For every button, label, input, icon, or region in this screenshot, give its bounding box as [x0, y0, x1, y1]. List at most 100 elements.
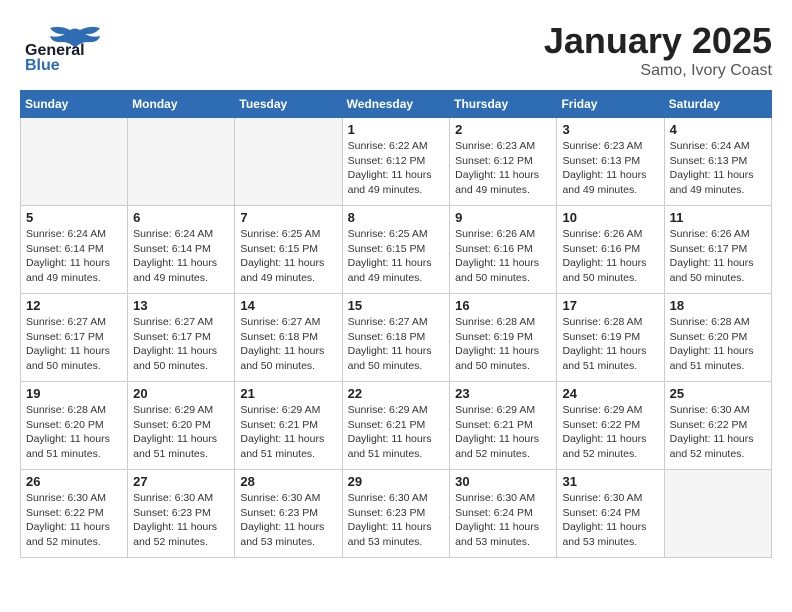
day-number: 2	[455, 122, 551, 137]
day-header-tuesday: Tuesday	[235, 91, 342, 118]
day-number: 28	[240, 474, 336, 489]
day-number: 26	[26, 474, 122, 489]
week-row-1: 1Sunrise: 6:22 AMSunset: 6:12 PMDaylight…	[21, 118, 772, 206]
svg-text:Blue: Blue	[25, 57, 60, 70]
day-info: Sunrise: 6:26 AMSunset: 6:16 PMDaylight:…	[455, 227, 551, 286]
calendar-cell: 5 Sunrise: 6:24 AMSunset: 6:14 PMDaylight…	[21, 206, 128, 294]
day-info: Sunrise: 6:30 AMSunset: 6:23 PMDaylight:…	[348, 491, 445, 550]
day-info: Sunrise: 6:30 AMSunset: 6:23 PMDaylight:…	[133, 491, 229, 550]
calendar-cell: 29 Sunrise: 6:30 AMSunset: 6:23 PMDayligh…	[342, 470, 450, 558]
title-block: January 2025 Samo, Ivory Coast	[544, 20, 772, 80]
calendar-cell: 14 Sunrise: 6:27 AMSunset: 6:18 PMDayligh…	[235, 294, 342, 382]
day-info: Sunrise: 6:30 AMSunset: 6:24 PMDaylight:…	[562, 491, 658, 550]
calendar-cell: 1Sunrise: 6:22 AMSunset: 6:12 PMDaylight…	[342, 118, 450, 206]
day-number: 17	[562, 298, 658, 313]
day-header-saturday: Saturday	[664, 91, 771, 118]
day-info: Sunrise: 6:30 AMSunset: 6:22 PMDaylight:…	[26, 491, 122, 550]
calendar-cell: 24Sunrise: 6:29 AMSunset: 6:22 PMDayligh…	[557, 382, 664, 470]
day-number: 31	[562, 474, 658, 489]
calendar-cell: 9 Sunrise: 6:26 AMSunset: 6:16 PMDaylight…	[450, 206, 557, 294]
week-row-3: 12 Sunrise: 6:27 AMSunset: 6:17 PMDayligh…	[21, 294, 772, 382]
day-number: 21	[240, 386, 336, 401]
calendar-cell	[128, 118, 235, 206]
calendar-cell	[664, 470, 771, 558]
day-number: 12	[26, 298, 122, 313]
day-number: 19	[26, 386, 122, 401]
day-info: Sunrise: 6:28 AMSunset: 6:20 PMDaylight:…	[26, 403, 122, 462]
day-number: 30	[455, 474, 551, 489]
calendar-cell: 3 Sunrise: 6:23 AMSunset: 6:13 PMDaylight…	[557, 118, 664, 206]
days-header-row: SundayMondayTuesdayWednesdayThursdayFrid…	[21, 91, 772, 118]
calendar-cell: 16Sunrise: 6:28 AMSunset: 6:19 PMDayligh…	[450, 294, 557, 382]
day-header-thursday: Thursday	[450, 91, 557, 118]
day-info: Sunrise: 6:30 AMSunset: 6:24 PMDaylight:…	[455, 491, 551, 550]
calendar-cell: 30 Sunrise: 6:30 AMSunset: 6:24 PMDayligh…	[450, 470, 557, 558]
calendar-cell: 19 Sunrise: 6:28 AMSunset: 6:20 PMDayligh…	[21, 382, 128, 470]
calendar-cell	[235, 118, 342, 206]
calendar-cell: 17 Sunrise: 6:28 AMSunset: 6:19 PMDayligh…	[557, 294, 664, 382]
day-info: Sunrise: 6:27 AMSunset: 6:18 PMDaylight:…	[240, 315, 336, 374]
day-number: 29	[348, 474, 445, 489]
day-info: Sunrise: 6:23 AMSunset: 6:13 PMDaylight:…	[562, 139, 658, 198]
day-number: 24	[562, 386, 658, 401]
day-info: Sunrise: 6:27 AMSunset: 6:17 PMDaylight:…	[133, 315, 229, 374]
day-info: Sunrise: 6:30 AMSunset: 6:22 PMDaylight:…	[670, 403, 766, 462]
day-number: 20	[133, 386, 229, 401]
calendar-cell: 7 Sunrise: 6:25 AMSunset: 6:15 PMDaylight…	[235, 206, 342, 294]
day-header-sunday: Sunday	[21, 91, 128, 118]
calendar-cell: 25Sunrise: 6:30 AMSunset: 6:22 PMDayligh…	[664, 382, 771, 470]
calendar-cell: 6 Sunrise: 6:24 AMSunset: 6:14 PMDaylight…	[128, 206, 235, 294]
calendar-cell: 4 Sunrise: 6:24 AMSunset: 6:13 PMDaylight…	[664, 118, 771, 206]
page-header: General Blue January 2025 Samo, Ivory Co…	[20, 20, 772, 80]
calendar-cell: 13 Sunrise: 6:27 AMSunset: 6:17 PMDayligh…	[128, 294, 235, 382]
calendar-cell: 2 Sunrise: 6:23 AMSunset: 6:12 PMDaylight…	[450, 118, 557, 206]
day-number: 13	[133, 298, 229, 313]
day-info: Sunrise: 6:26 AMSunset: 6:16 PMDaylight:…	[562, 227, 658, 286]
day-info: Sunrise: 6:29 AMSunset: 6:21 PMDaylight:…	[455, 403, 551, 462]
day-number: 3	[562, 122, 658, 137]
day-info: Sunrise: 6:27 AMSunset: 6:18 PMDaylight:…	[348, 315, 445, 374]
calendar-cell: 20 Sunrise: 6:29 AMSunset: 6:20 PMDayligh…	[128, 382, 235, 470]
calendar-cell: 27Sunrise: 6:30 AMSunset: 6:23 PMDayligh…	[128, 470, 235, 558]
day-number: 8	[348, 210, 445, 225]
day-info: Sunrise: 6:26 AMSunset: 6:17 PMDaylight:…	[670, 227, 766, 286]
day-header-friday: Friday	[557, 91, 664, 118]
calendar-cell: 15Sunrise: 6:27 AMSunset: 6:18 PMDayligh…	[342, 294, 450, 382]
day-info: Sunrise: 6:24 AMSunset: 6:13 PMDaylight:…	[670, 139, 766, 198]
day-info: Sunrise: 6:25 AMSunset: 6:15 PMDaylight:…	[348, 227, 445, 286]
day-info: Sunrise: 6:23 AMSunset: 6:12 PMDaylight:…	[455, 139, 551, 198]
day-number: 18	[670, 298, 766, 313]
calendar-cell: 21 Sunrise: 6:29 AMSunset: 6:21 PMDayligh…	[235, 382, 342, 470]
day-header-wednesday: Wednesday	[342, 91, 450, 118]
day-number: 22	[348, 386, 445, 401]
calendar-cell: 18 Sunrise: 6:28 AMSunset: 6:20 PMDayligh…	[664, 294, 771, 382]
location-title: Samo, Ivory Coast	[544, 62, 772, 80]
calendar-cell: 22 Sunrise: 6:29 AMSunset: 6:21 PMDayligh…	[342, 382, 450, 470]
calendar-cell: 10Sunrise: 6:26 AMSunset: 6:16 PMDayligh…	[557, 206, 664, 294]
day-info: Sunrise: 6:30 AMSunset: 6:23 PMDaylight:…	[240, 491, 336, 550]
calendar-cell: 12 Sunrise: 6:27 AMSunset: 6:17 PMDayligh…	[21, 294, 128, 382]
day-number: 7	[240, 210, 336, 225]
day-number: 11	[670, 210, 766, 225]
logo-svg: General Blue	[20, 20, 130, 70]
day-info: Sunrise: 6:29 AMSunset: 6:21 PMDaylight:…	[348, 403, 445, 462]
calendar-cell: 11 Sunrise: 6:26 AMSunset: 6:17 PMDayligh…	[664, 206, 771, 294]
calendar-table: SundayMondayTuesdayWednesdayThursdayFrid…	[20, 90, 772, 558]
day-info: Sunrise: 6:28 AMSunset: 6:19 PMDaylight:…	[562, 315, 658, 374]
day-number: 6	[133, 210, 229, 225]
day-header-monday: Monday	[128, 91, 235, 118]
day-info: Sunrise: 6:25 AMSunset: 6:15 PMDaylight:…	[240, 227, 336, 286]
day-info: Sunrise: 6:24 AMSunset: 6:14 PMDaylight:…	[133, 227, 229, 286]
day-info: Sunrise: 6:29 AMSunset: 6:21 PMDaylight:…	[240, 403, 336, 462]
month-title: January 2025	[544, 20, 772, 62]
calendar-cell	[21, 118, 128, 206]
day-info: Sunrise: 6:29 AMSunset: 6:20 PMDaylight:…	[133, 403, 229, 462]
day-info: Sunrise: 6:27 AMSunset: 6:17 PMDaylight:…	[26, 315, 122, 374]
day-number: 14	[240, 298, 336, 313]
day-number: 9	[455, 210, 551, 225]
week-row-5: 26 Sunrise: 6:30 AMSunset: 6:22 PMDayligh…	[21, 470, 772, 558]
day-info: Sunrise: 6:28 AMSunset: 6:20 PMDaylight:…	[670, 315, 766, 374]
day-number: 5	[26, 210, 122, 225]
day-info: Sunrise: 6:24 AMSunset: 6:14 PMDaylight:…	[26, 227, 122, 286]
day-number: 4	[670, 122, 766, 137]
